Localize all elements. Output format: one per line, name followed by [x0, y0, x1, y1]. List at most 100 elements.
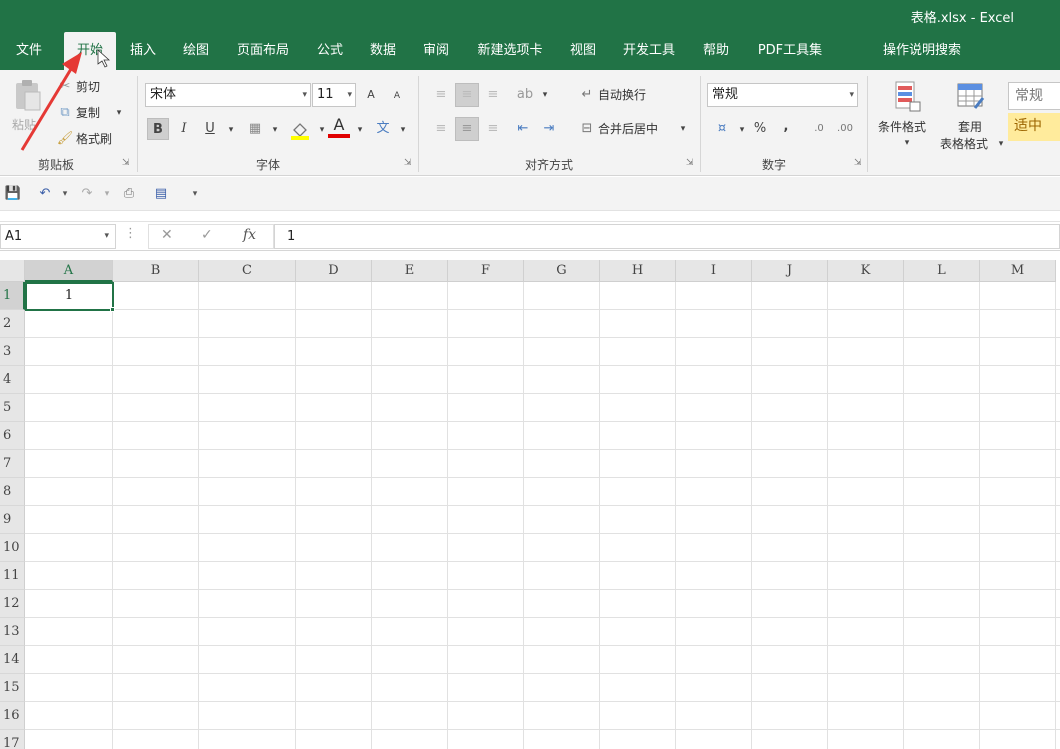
decrease-decimal-icon[interactable]: .00: [834, 118, 856, 140]
tab-review[interactable]: 审阅: [414, 32, 458, 70]
column-header-f[interactable]: F: [448, 260, 524, 282]
tab-draw[interactable]: 绘图: [174, 32, 218, 70]
insert-function-button[interactable]: fx: [243, 227, 256, 243]
align-bottom-icon[interactable]: ≡: [482, 84, 504, 106]
column-header-d[interactable]: D: [296, 260, 372, 282]
row-header-2[interactable]: 2: [0, 310, 25, 338]
column-header-c[interactable]: C: [199, 260, 296, 282]
save-icon[interactable]: 💾: [4, 185, 22, 203]
decrease-indent-icon[interactable]: ⇤: [512, 118, 534, 140]
tab-data[interactable]: 数据: [362, 32, 404, 70]
orientation-icon[interactable]: ab: [514, 84, 536, 106]
column-header-k[interactable]: K: [828, 260, 904, 282]
row-header-17[interactable]: 17: [0, 730, 25, 749]
font-color-button[interactable]: A: [328, 116, 350, 138]
column-header-b[interactable]: B: [113, 260, 199, 282]
percent-button[interactable]: %: [749, 118, 771, 140]
column-header-h[interactable]: H: [600, 260, 676, 282]
customize-qat-icon[interactable]: ▾: [186, 185, 204, 203]
cut-button[interactable]: 剪切: [76, 76, 100, 98]
font-size-combo[interactable]: 11 ▾: [312, 83, 356, 107]
format-as-table-label-2[interactable]: 表格格式: [940, 133, 988, 155]
font-grow-button[interactable]: A: [360, 84, 382, 106]
row-header-8[interactable]: 8: [0, 478, 25, 506]
align-middle-icon[interactable]: ≡: [455, 83, 479, 107]
paste-button[interactable]: 粘贴: [12, 114, 36, 136]
row-header-5[interactable]: 5: [0, 394, 25, 422]
bold-button[interactable]: B: [147, 118, 169, 140]
column-header-g[interactable]: G: [524, 260, 600, 282]
row-header-14[interactable]: 14: [0, 646, 25, 674]
number-format-combo[interactable]: 常规 ▾: [707, 83, 858, 107]
font-launcher-icon[interactable]: ⇲: [404, 158, 414, 168]
name-box[interactable]: A1 ▾: [0, 224, 116, 249]
undo-icon[interactable]: ↶: [36, 185, 54, 203]
align-center-icon[interactable]: ≡: [455, 117, 479, 141]
undo-dropdown-icon[interactable]: ▾: [56, 185, 74, 203]
align-right-icon[interactable]: ≡: [482, 118, 504, 140]
column-header-m[interactable]: M: [980, 260, 1056, 282]
font-color-dropdown-icon[interactable]: ▾: [349, 119, 371, 141]
borders-icon[interactable]: ▦: [244, 118, 266, 140]
row-header-7[interactable]: 7: [0, 450, 25, 478]
row-header-10[interactable]: 10: [0, 534, 25, 562]
clipboard-launcher-icon[interactable]: ⇲: [122, 158, 132, 168]
phonetic-icon[interactable]: 文: [372, 118, 394, 140]
column-header-l[interactable]: L: [904, 260, 980, 282]
tab-file[interactable]: 文件: [0, 32, 58, 70]
row-header-15[interactable]: 15: [0, 674, 25, 702]
comma-button[interactable]: ,: [775, 116, 797, 138]
copy-button[interactable]: 复制: [76, 102, 100, 124]
row-header-13[interactable]: 13: [0, 618, 25, 646]
cancel-icon[interactable]: ✕: [161, 227, 173, 243]
style-normal[interactable]: 常规: [1008, 82, 1060, 110]
column-header-j[interactable]: J: [752, 260, 828, 282]
tab-formulas[interactable]: 公式: [308, 32, 352, 70]
row-header-3[interactable]: 3: [0, 338, 25, 366]
tab-help[interactable]: 帮助: [694, 32, 738, 70]
column-header-i[interactable]: I: [676, 260, 752, 282]
merge-center-button[interactable]: 合并后居中: [598, 118, 658, 140]
align-left-icon[interactable]: ≡: [430, 118, 452, 140]
row-header-1[interactable]: 1: [0, 282, 25, 310]
tab-page-layout[interactable]: 页面布局: [228, 32, 298, 70]
tab-home[interactable]: 开始: [64, 32, 116, 70]
copy-dropdown-icon[interactable]: ▾: [108, 102, 130, 124]
align-top-icon[interactable]: ≡: [430, 84, 452, 106]
currency-icon[interactable]: ¤: [711, 118, 733, 140]
select-all-corner[interactable]: [0, 260, 25, 282]
underline-dropdown-icon[interactable]: ▾: [220, 119, 242, 141]
format-painter-button[interactable]: 格式刷: [76, 128, 112, 150]
tab-developer[interactable]: 开发工具: [614, 32, 684, 70]
number-launcher-icon[interactable]: ⇲: [854, 158, 864, 168]
enter-icon[interactable]: ✓: [201, 227, 213, 243]
style-neutral[interactable]: 适中: [1008, 113, 1060, 141]
tab-view[interactable]: 视图: [562, 32, 604, 70]
underline-button[interactable]: U: [199, 118, 221, 140]
row-header-4[interactable]: 4: [0, 366, 25, 394]
orientation-dropdown-icon[interactable]: ▾: [534, 84, 556, 106]
conditional-dropdown-icon[interactable]: ▾: [896, 132, 918, 154]
borders-dropdown-icon[interactable]: ▾: [264, 119, 286, 141]
column-header-a[interactable]: A: [25, 260, 113, 282]
table-icon[interactable]: ▤: [152, 185, 170, 203]
alignment-launcher-icon[interactable]: ⇲: [686, 158, 696, 168]
row-header-12[interactable]: 12: [0, 590, 25, 618]
font-name-combo[interactable]: 宋体 ▾: [145, 83, 311, 107]
row-header-11[interactable]: 11: [0, 562, 25, 590]
font-shrink-button[interactable]: A: [386, 85, 408, 107]
fill-handle[interactable]: [110, 307, 115, 312]
print-preview-icon[interactable]: ⎙: [120, 185, 138, 203]
redo-icon[interactable]: ↷: [78, 185, 96, 203]
row-header-9[interactable]: 9: [0, 506, 25, 534]
merge-dropdown-icon[interactable]: ▾: [672, 118, 694, 140]
column-header-e[interactable]: E: [372, 260, 448, 282]
increase-indent-icon[interactable]: ⇥: [538, 118, 560, 140]
tab-new[interactable]: 新建选项卡: [468, 32, 552, 70]
tell-me-search[interactable]: 操作说明搜索: [874, 32, 970, 70]
increase-decimal-icon[interactable]: .0: [808, 118, 830, 140]
wrap-text-button[interactable]: 自动换行: [598, 84, 646, 106]
fill-color-icon[interactable]: [290, 120, 310, 140]
tab-pdf-tools[interactable]: PDF工具集: [748, 32, 832, 70]
row-header-6[interactable]: 6: [0, 422, 25, 450]
